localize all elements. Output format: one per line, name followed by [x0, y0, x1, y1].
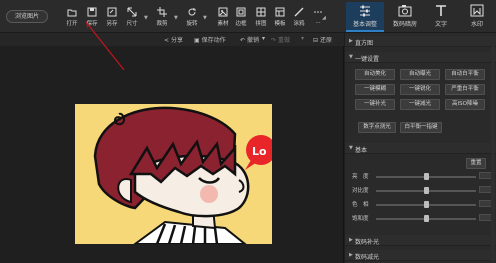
hue-knob[interactable] — [424, 201, 429, 208]
undo-label: 撤销 — [246, 37, 259, 44]
high-iso-denoise-button[interactable]: 高ISO降噪 — [445, 99, 485, 110]
reset-icon: ⊟ — [313, 37, 319, 44]
reset-label: 还原 — [319, 37, 332, 44]
browse-images-button[interactable]: 浏览图片 — [6, 10, 48, 23]
expand-icon: ▶ — [349, 237, 353, 243]
main-toolbar: 浏览图片 打开 保存 另存 尺寸 ▼ 裁剪 ▼ 旋转 ▼ 素材 边框 拼图 模板 — [0, 0, 496, 33]
speech-bubble-text: Lo — [252, 145, 267, 158]
contrast-knob[interactable] — [424, 187, 429, 194]
more-label: ... — [315, 19, 321, 25]
section-one-click[interactable]: ▼ 一键设置 — [345, 52, 496, 63]
redo-label: 重做 — [277, 37, 290, 44]
rotate-dropdown-caret[interactable]: ▼ — [203, 15, 207, 21]
auto-exposure-button[interactable]: 自动曝光 — [400, 69, 440, 80]
sticker-icon — [218, 7, 228, 17]
action-bar: < 分享 ▣ 保存动作 ↶ 撤销 ▾ ↷ 重做 ▾ ⊟ 还原 — [0, 33, 344, 46]
saturation-slider-row: 饱和度 — [352, 214, 492, 222]
panel-scrollbar[interactable] — [491, 46, 495, 261]
hue-label: 色 相 — [352, 202, 369, 208]
section-basic-label: 基本 — [355, 147, 368, 154]
collage-icon — [256, 7, 266, 17]
section-digital-reduce-light-label: 数码减光 — [355, 254, 380, 261]
save-icon — [87, 7, 97, 17]
resize-icon — [127, 7, 137, 17]
save-action-button[interactable]: ▣ 保存动作 — [194, 35, 226, 44]
tab-text[interactable]: 文字 — [424, 2, 458, 32]
crop-dropdown-caret[interactable]: ▼ — [174, 15, 178, 21]
crop-icon — [157, 7, 167, 17]
collapse-icon: ▼ — [349, 145, 353, 151]
redo-button[interactable]: ↷ 重做 — [271, 35, 290, 44]
text-icon — [436, 5, 446, 16]
section-histogram[interactable]: ▶ 直方图 — [345, 36, 496, 47]
redo-icon: ↷ — [271, 37, 277, 44]
photo-preview: Lo — [75, 104, 272, 244]
one-click-blur-button[interactable]: 一键模糊 — [355, 84, 395, 95]
section-digital-fill-light[interactable]: ▶ 数码补光 — [345, 235, 496, 246]
rotate-icon — [188, 8, 196, 16]
rotate-label: 旋转 — [186, 21, 198, 27]
tab-watermark-label: 水印 — [470, 21, 483, 28]
one-click-fill-light-button[interactable]: 一键补光 — [355, 99, 395, 110]
contrast-slider-row: 对比度 — [352, 186, 492, 194]
brightness-knob[interactable] — [424, 173, 429, 180]
undo-button[interactable]: ↶ 撤销 — [240, 35, 259, 44]
more-tools-button[interactable]: ... — [306, 6, 330, 30]
auto-beautify-button[interactable]: 自动美化 — [355, 69, 395, 80]
share-button[interactable]: < 分享 — [164, 35, 183, 44]
save-as-icon — [107, 7, 117, 17]
reset-button[interactable]: ⊟ 还原 — [313, 35, 332, 44]
redo-dropdown-caret[interactable]: ▾ — [301, 35, 304, 42]
collapse-icon: ▼ — [349, 54, 353, 60]
camera-icon — [398, 5, 412, 17]
rotate-button[interactable]: 旋转 — [180, 6, 204, 30]
folder-icon — [67, 9, 77, 17]
section-one-click-label: 一键设置 — [355, 56, 380, 63]
section-histogram-label: 直方图 — [355, 40, 374, 47]
save-action-label: 保存动作 — [201, 37, 226, 44]
expand-icon: ▶ — [349, 252, 353, 258]
auto-white-balance-button[interactable]: 自动白平衡 — [445, 69, 485, 80]
tab-text-label: 文字 — [434, 21, 447, 28]
white-balance-finger-button[interactable]: 白平衡一指键 — [400, 122, 442, 133]
hue-slider-row: 色 相 — [352, 200, 492, 208]
tab-basic-adjust[interactable]: 基本调整 — [346, 2, 384, 32]
save-action-icon: ▣ — [194, 37, 200, 44]
brightness-slider-row: 亮 度 — [352, 172, 492, 180]
brush-icon — [294, 7, 304, 17]
contrast-label: 对比度 — [352, 188, 369, 194]
saturation-label: 饱和度 — [352, 216, 369, 222]
tab-basic-adjust-label: 基本调整 — [352, 21, 377, 28]
resize-dropdown-caret[interactable]: ▼ — [144, 15, 148, 21]
crop-button[interactable]: 裁剪 — [150, 6, 174, 30]
brightness-label: 亮 度 — [352, 174, 369, 180]
one-click-sharpen-button[interactable]: 一键锐化 — [400, 84, 440, 95]
frame-icon — [236, 7, 246, 17]
tab-watermark[interactable]: 水印 — [460, 2, 494, 32]
adjust-icon — [360, 5, 370, 17]
one-click-reduce-light-button[interactable]: 一键减光 — [400, 99, 440, 110]
strict-white-balance-button[interactable]: 严重白平衡 — [445, 84, 485, 95]
section-digital-fill-light-label: 数码补光 — [355, 239, 380, 246]
share-icon: < — [164, 37, 170, 44]
section-digital-reduce-light[interactable]: ▶ 数码减光 — [345, 250, 496, 261]
more-dropdown-caret[interactable]: ◢ — [322, 15, 326, 21]
saturation-knob[interactable] — [424, 215, 429, 222]
share-label: 分享 — [170, 37, 183, 44]
crop-label: 裁剪 — [156, 21, 168, 27]
undo-icon: ↶ — [240, 37, 246, 44]
tab-darkroom[interactable]: 数码暗房 — [386, 2, 424, 32]
digital-metering-button[interactable]: 数字点测光 — [358, 122, 396, 133]
template-icon — [275, 7, 285, 17]
tab-darkroom-label: 数码暗房 — [392, 21, 417, 28]
expand-icon: ▶ — [349, 38, 353, 44]
basic-reset-button[interactable]: 重置 — [466, 158, 486, 169]
red-arrow-annotation — [85, 21, 125, 71]
watermark-icon — [470, 4, 484, 17]
cartoon-boy-image: Lo — [75, 104, 272, 244]
section-basic[interactable]: ▼ 基本 — [345, 143, 496, 154]
undo-dropdown-caret[interactable]: ▾ — [262, 35, 265, 42]
